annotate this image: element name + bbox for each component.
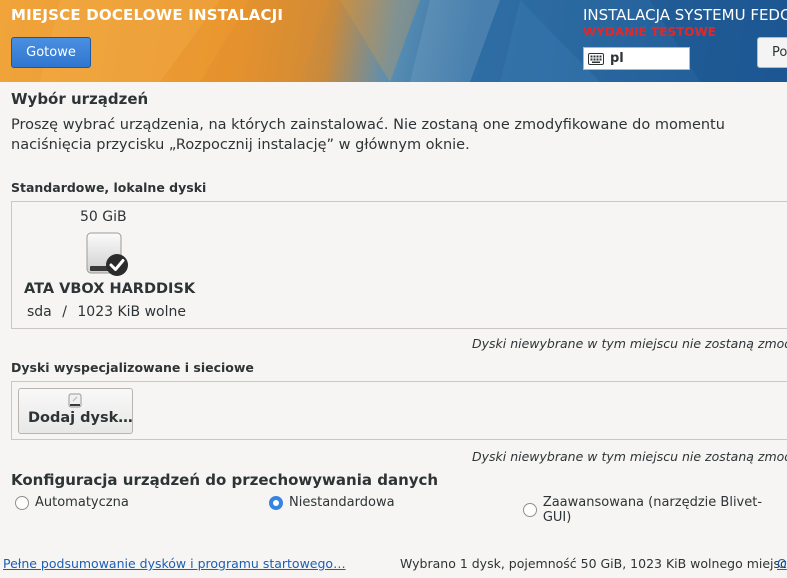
disk-details: sda / 1023 KiB wolne xyxy=(27,304,186,320)
radio-advanced[interactable]: Zaawansowana (narzędzie Blivet-GUI) xyxy=(523,495,787,525)
header-bar: MIEJSCE DOCELOWE INSTALACJI Gotowe INSTA… xyxy=(0,0,787,82)
product-title: INSTALACJA SYSTEMU FEDC xyxy=(583,6,787,24)
radio-button-checked[interactable] xyxy=(269,495,283,510)
disk-name: ATA VBOX HARDDISK xyxy=(24,281,196,297)
radio-automatic[interactable]: Automatyczna xyxy=(15,495,129,510)
disk-device: sda xyxy=(27,304,52,320)
disk-size: 50 GiB xyxy=(80,209,127,225)
local-disks-label: Standardowe, lokalne dyski xyxy=(11,180,207,195)
disk-free-space: 1023 KiB wolne xyxy=(77,304,186,320)
radio-button[interactable] xyxy=(15,495,29,510)
disk-add-icon xyxy=(68,393,82,408)
storage-config-heading: Konfiguracja urządzeń do przechowywania … xyxy=(11,471,439,489)
add-disk-label: Dodaj dysk… xyxy=(28,410,133,426)
radio-custom[interactable]: Niestandardowa xyxy=(269,495,395,510)
done-button[interactable]: Gotowe xyxy=(11,37,91,68)
device-selection-heading: Wybór urządzeń xyxy=(11,90,149,108)
radio-automatic-label: Automatyczna xyxy=(35,495,129,510)
disk-separator: / xyxy=(62,304,67,320)
testing-banner: WYDANIE TESTOWE xyxy=(583,25,716,39)
radio-custom-label: Niestandardowa xyxy=(289,495,395,510)
keyboard-layout-label: pl xyxy=(610,51,624,66)
selection-status: Wybrano 1 dysk, pojemność 50 GiB, 1023 K… xyxy=(400,556,787,571)
harddisk-selected-icon xyxy=(86,232,128,276)
help-button[interactable]: Po xyxy=(757,37,787,68)
full-summary-link[interactable]: Pełne podsumowanie dysków i programu sta… xyxy=(3,556,346,571)
page-title: MIEJSCE DOCELOWE INSTALACJI xyxy=(11,6,284,24)
local-disks-note: Dyski niewybrane w tym miejscu nie zosta… xyxy=(472,336,787,351)
radio-advanced-label: Zaawansowana (narzędzie Blivet-GUI) xyxy=(542,495,763,525)
radio-button[interactable] xyxy=(523,503,537,517)
specialized-disks-label: Dyski wyspecjalizowane i sieciowe xyxy=(11,360,254,375)
refresh-link[interactable]: O xyxy=(777,556,787,571)
add-disk-button[interactable]: Dodaj dysk… xyxy=(18,388,133,434)
keyboard-icon xyxy=(588,52,604,65)
device-selection-intro: Proszę wybrać urządzenia, na których zai… xyxy=(11,117,725,153)
specialized-disks-note: Dyski niewybrane w tym miejscu nie zosta… xyxy=(472,449,787,464)
keyboard-layout-indicator[interactable]: pl xyxy=(583,47,690,70)
